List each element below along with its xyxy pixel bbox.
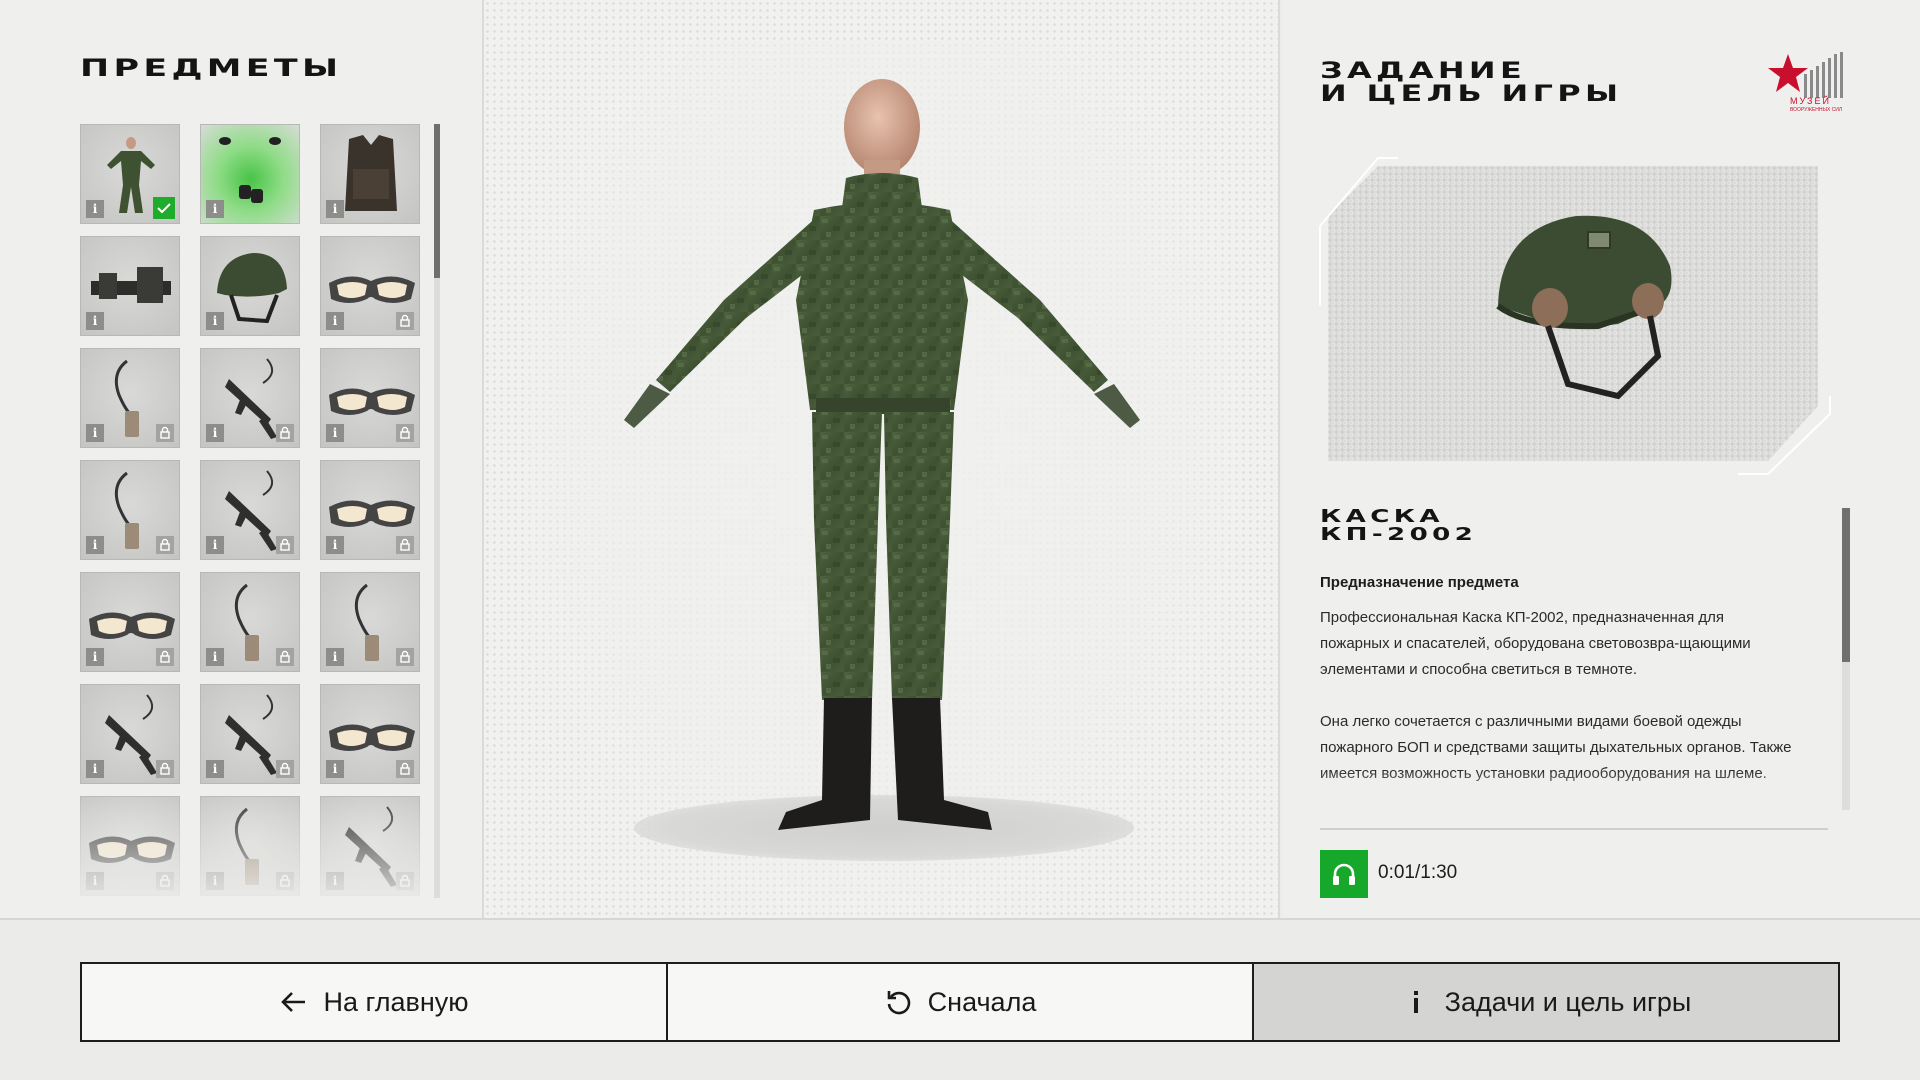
item-tile-radio[interactable]: i <box>80 460 180 560</box>
description-paragraph-2: Она легко сочетается с различными видами… <box>1320 713 1792 782</box>
lock-icon <box>276 760 294 778</box>
item-tile-helmet[interactable]: i <box>200 236 300 336</box>
item-tile-gloves[interactable]: i <box>200 124 300 224</box>
lock-icon <box>396 536 414 554</box>
audio-time: 0:01/1:30 <box>1378 862 1458 883</box>
lock-icon <box>156 872 174 890</box>
item-tile-goggles[interactable]: i <box>320 236 420 336</box>
task-title-line2: И ЦЕЛЬ ИГРЫ <box>1320 82 1623 107</box>
info-button[interactable]: i <box>206 200 224 218</box>
info-button[interactable]: i <box>86 648 104 666</box>
info-button[interactable]: i <box>86 536 104 554</box>
info-button[interactable]: i <box>206 312 224 330</box>
info-button[interactable]: i <box>206 648 224 666</box>
item-tile-radio[interactable]: i <box>200 572 300 672</box>
items-title: ПРЕДМЕТЫ <box>80 54 343 82</box>
item-tile-goggles[interactable]: i <box>320 348 420 448</box>
info-button[interactable]: i <box>206 536 224 554</box>
item-tile-goggles[interactable]: i <box>320 684 420 784</box>
audio-play-button[interactable] <box>1320 850 1368 898</box>
item-tile-goggles[interactable]: i <box>80 572 180 672</box>
info-button[interactable]: i <box>326 760 344 778</box>
description-scrollbar[interactable] <box>1842 508 1850 810</box>
restart-icon <box>887 991 910 1015</box>
task-panel: ЗАДАНИЕ И ЦЕЛЬ ИГРЫ МУЗЕЙ ВООРУЖЕННЫХ СИ… <box>1282 0 1920 918</box>
lock-icon <box>396 312 414 330</box>
lock-icon <box>396 424 414 442</box>
restart-button[interactable]: Сначала <box>666 964 1252 1040</box>
item-tile-rifle[interactable]: i <box>200 460 300 560</box>
info-button[interactable]: i <box>86 200 104 218</box>
lock-icon <box>276 872 294 890</box>
tasks-button-label: Задачи и цель игры <box>1444 986 1692 1017</box>
lock-icon <box>276 424 294 442</box>
nav-buttons: На главную Сначала Задачи и цель игры <box>80 962 1840 1042</box>
items-grid: i i i i i i i i i i i i i i i i i i i i i <box>80 124 420 898</box>
info-button[interactable]: i <box>86 872 104 890</box>
info-button[interactable]: i <box>206 760 224 778</box>
tasks-button[interactable]: Задачи и цель игры <box>1252 964 1838 1040</box>
items-scrollbar[interactable] <box>434 124 440 898</box>
character-viewport[interactable] <box>482 0 1280 918</box>
divider <box>1320 828 1828 830</box>
home-button-label: На главную <box>323 986 469 1017</box>
museum-logo: МУЗЕЙ ВООРУЖЕННЫХ СИЛ <box>1768 50 1848 116</box>
info-button[interactable]: i <box>326 312 344 330</box>
lock-icon <box>156 536 174 554</box>
item-tile-rifle[interactable]: i <box>200 348 300 448</box>
restart-button-label: Сначала <box>927 986 1037 1017</box>
task-title-line1: ЗАДАНИЕ <box>1320 59 1527 84</box>
item-tile-rifle[interactable]: i <box>200 684 300 784</box>
item-tile-uniform[interactable]: i <box>80 124 180 224</box>
info-button[interactable]: i <box>326 648 344 666</box>
lock-icon <box>396 648 414 666</box>
info-button[interactable]: i <box>326 536 344 554</box>
lock-icon <box>276 648 294 666</box>
info-icon <box>1413 991 1418 1013</box>
item-name: КАСКА КП-2002 <box>1320 508 1477 544</box>
item-tile-rifle[interactable]: i <box>80 684 180 784</box>
description-scrollbar-thumb[interactable] <box>1842 508 1850 662</box>
lock-icon <box>396 760 414 778</box>
item-tile-rifle[interactable]: i <box>320 796 420 896</box>
item-tile-goggles[interactable]: i <box>320 460 420 560</box>
description-heading: Предназначение предмета <box>1320 574 1519 591</box>
item-tile-belt-kit[interactable]: i <box>80 236 180 336</box>
info-button[interactable]: i <box>86 312 104 330</box>
headphones-icon <box>1333 863 1355 885</box>
description-paragraph-1: Профессиональная Каска КП-2002, предназн… <box>1320 609 1751 678</box>
lock-icon <box>396 872 414 890</box>
bottom-bar: На главную Сначала Задачи и цель игры <box>0 918 1920 1080</box>
item-preview <box>1319 157 1831 475</box>
arrow-left-icon <box>281 992 306 1012</box>
item-description: Предназначение предмета Профессиональная… <box>1320 574 1794 810</box>
soldier-model <box>624 79 1140 830</box>
info-button[interactable]: i <box>326 200 344 218</box>
info-button[interactable]: i <box>86 760 104 778</box>
info-button[interactable]: i <box>206 424 224 442</box>
item-tile-radio[interactable]: i <box>200 796 300 896</box>
item-tile-radio[interactable]: i <box>320 572 420 672</box>
item-tile-radio[interactable]: i <box>80 348 180 448</box>
info-button[interactable]: i <box>206 872 224 890</box>
logo-text: МУЗЕЙ <box>1790 96 1831 106</box>
lock-icon <box>156 760 174 778</box>
lock-icon <box>276 536 294 554</box>
lock-icon <box>156 648 174 666</box>
logo-subtext: ВООРУЖЕННЫХ СИЛ <box>1790 107 1843 113</box>
item-tile-vest[interactable]: i <box>320 124 420 224</box>
check-icon <box>153 197 175 219</box>
task-title: ЗАДАНИЕ И ЦЕЛЬ ИГРЫ <box>1320 60 1622 106</box>
item-name-line2: КП-2002 <box>1320 524 1478 545</box>
item-tile-goggles[interactable]: i <box>80 796 180 896</box>
info-button[interactable]: i <box>326 872 344 890</box>
info-button[interactable]: i <box>86 424 104 442</box>
items-scrollbar-thumb[interactable] <box>434 124 440 278</box>
info-button[interactable]: i <box>326 424 344 442</box>
lock-icon <box>156 424 174 442</box>
home-button[interactable]: На главную <box>82 964 666 1040</box>
items-panel: ПРЕДМЕТЫ i i i i i i i i i i i i i i i i i i i i i <box>0 0 482 918</box>
